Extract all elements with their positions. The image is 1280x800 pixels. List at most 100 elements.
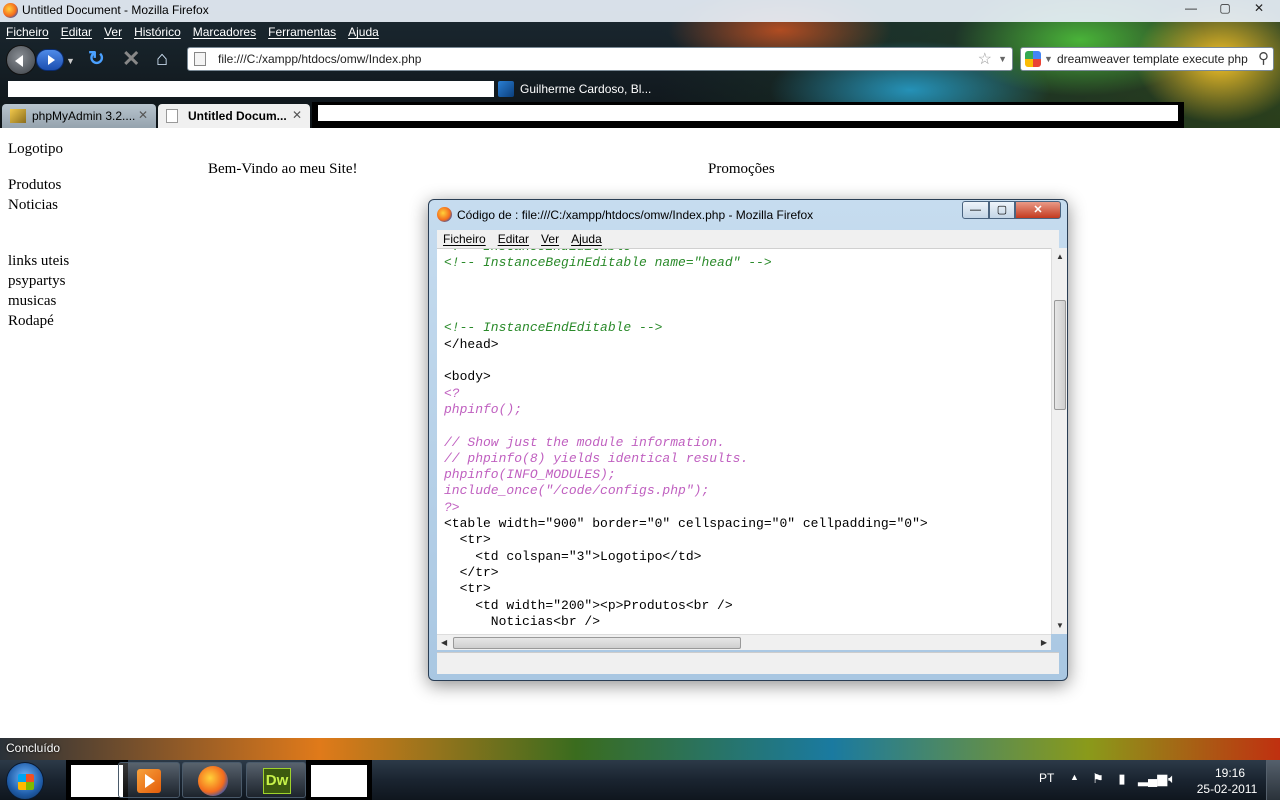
code-line: // Show just the module information. — [444, 434, 725, 450]
source-menu-ajuda[interactable]: Ajuda — [571, 230, 602, 248]
action-center-flag-icon[interactable]: ⚑ — [1090, 771, 1106, 787]
redacted-taskbar-item-inner — [311, 765, 367, 797]
network-signal-icon[interactable]: ▂▄▆ — [1138, 771, 1167, 787]
volume-icon[interactable]: 🔈︎ — [1164, 771, 1180, 787]
menu-marcadores[interactable]: Marcadores — [193, 22, 256, 42]
horizontal-scroll-thumb[interactable] — [453, 637, 741, 649]
code-line: ?> — [444, 499, 460, 515]
show-hidden-icons-icon[interactable]: ▲ — [1070, 772, 1079, 782]
language-indicator[interactable]: PT — [1039, 771, 1054, 785]
vertical-scrollbar[interactable]: ▲ ▼ — [1051, 248, 1067, 634]
status-bar: Concluído — [0, 738, 1280, 760]
search-input[interactable]: dreamweaver template execute php — [1057, 52, 1248, 66]
scroll-right-icon[interactable]: ▶ — [1041, 638, 1047, 647]
url-dropdown-icon[interactable]: ▼ — [998, 54, 1007, 64]
menu-ver[interactable]: Ver — [104, 22, 122, 42]
menu-historico[interactable]: Histórico — [134, 22, 181, 42]
code-line: </tr> — [444, 564, 499, 580]
bookmark-item[interactable]: Guilherme Cardoso, Bl... — [498, 80, 651, 98]
source-window-controls: — ▢ ✕ — [962, 201, 1061, 219]
clock-date[interactable]: 25-02-2011 — [1194, 782, 1260, 796]
close-button[interactable]: ✕ — [1244, 0, 1274, 18]
tab-close-icon[interactable]: ✕ — [292, 108, 302, 122]
title-bar: Untitled Document - Mozilla Firefox — ▢ … — [0, 0, 1280, 22]
window-controls: — ▢ ✕ — [1176, 0, 1274, 18]
browser-chrome: Untitled Document - Mozilla Firefox — ▢ … — [0, 0, 1280, 128]
page-footer: Rodapé — [8, 313, 54, 329]
power-icon[interactable]: ▮ — [1114, 771, 1130, 787]
menu-bar: Ficheiro Editar Ver Histórico Marcadores… — [0, 22, 379, 42]
search-icon[interactable]: ⚲ — [1258, 49, 1269, 67]
code-line: <!-- InstanceBeginEditable name="head" -… — [444, 255, 772, 271]
scroll-left-icon[interactable]: ◀ — [441, 638, 447, 647]
firefox-icon — [3, 3, 18, 18]
page-promo: Promoções — [708, 161, 775, 177]
code-line: <table width="900" border="0" cellspacin… — [444, 516, 928, 532]
menu-ferramentas[interactable]: Ferramentas — [268, 22, 336, 42]
source-window-title: Código de : file:///C:/xampp/htdocs/omw/… — [457, 208, 814, 222]
menu-ficheiro[interactable]: Ficheiro — [6, 22, 49, 42]
history-dropdown-icon[interactable]: ▼ — [66, 56, 75, 66]
source-menu-ficheiro[interactable]: Ficheiro — [443, 230, 486, 248]
code-line: phpinfo(); — [444, 401, 523, 417]
tab-phpmyadmin[interactable]: phpMyAdmin 3.2.... ✕ — [2, 104, 156, 128]
page-nav-noticias: Noticias — [8, 197, 58, 213]
taskbar-dreamweaver[interactable]: Dw — [246, 762, 306, 798]
source-menu-ver[interactable]: Ver — [541, 230, 559, 248]
bookmark-star-icon[interactable]: ☆ — [978, 49, 992, 69]
google-icon[interactable] — [1025, 51, 1041, 67]
url-bar[interactable]: file:///C:/xampp/htdocs/omw/Index.php ☆ … — [187, 47, 1013, 71]
maximize-button[interactable]: ▢ — [989, 201, 1015, 219]
bookmark-label: Guilherme Cardoso, Bl... — [520, 82, 652, 96]
show-desktop-button[interactable] — [1266, 760, 1280, 800]
horizontal-scrollbar[interactable]: ◀ ▶ — [437, 634, 1051, 650]
code-line: </head> — [444, 336, 499, 352]
source-menu-editar[interactable]: Editar — [498, 230, 529, 248]
page-logo: Logotipo — [8, 141, 63, 157]
menu-ajuda[interactable]: Ajuda — [348, 22, 379, 42]
code-line: <!-- InstanceEndEditable --> — [444, 320, 663, 336]
redacted-taskbar-item — [306, 760, 372, 800]
source-menu-bar: Ficheiro Editar Ver Ajuda — [437, 230, 1059, 248]
redacted-tabs — [312, 102, 1184, 128]
source-code-area[interactable]: <!-- InstanceEndEditable --> <!-- Instanc… — [437, 248, 1051, 634]
clock-time[interactable]: 19:16 — [1210, 766, 1250, 780]
code-line: <tr> — [444, 532, 491, 548]
maximize-button[interactable]: ▢ — [1210, 0, 1240, 18]
stop-icon[interactable]: ✕ — [122, 48, 142, 70]
code-line: <? — [444, 385, 460, 401]
view-source-window: Código de : file:///C:/xampp/htdocs/omw/… — [428, 199, 1068, 681]
menu-editar[interactable]: Editar — [61, 22, 92, 42]
code-line: <td width="200"><p>Produtos<br /> — [444, 597, 733, 613]
blog-icon — [498, 81, 514, 97]
minimize-button[interactable]: — — [1176, 0, 1206, 18]
scroll-up-icon[interactable]: ▲ — [1056, 252, 1064, 261]
page-nav-produtos: Produtos — [8, 177, 62, 193]
pma-icon — [10, 109, 26, 123]
taskbar-firefox[interactable] — [182, 762, 242, 798]
scroll-down-icon[interactable]: ▼ — [1056, 621, 1064, 630]
vertical-scroll-thumb[interactable] — [1054, 300, 1066, 410]
forward-button[interactable] — [36, 49, 64, 71]
dreamweaver-icon: Dw — [263, 768, 291, 794]
code-line: <td colspan="3">Logotipo</td> — [444, 548, 702, 564]
close-button[interactable]: ✕ — [1015, 201, 1061, 219]
search-bar[interactable]: ▼ dreamweaver template execute php ⚲ — [1020, 47, 1274, 71]
code-line: include_once("/code/configs.php"); — [444, 483, 710, 499]
taskbar-media-player[interactable] — [118, 762, 180, 798]
back-button[interactable] — [6, 45, 36, 75]
reload-icon[interactable]: ↻ — [88, 49, 108, 69]
start-button[interactable] — [6, 762, 44, 800]
page-link-musicas: musicas — [8, 293, 57, 309]
page-icon — [166, 109, 178, 123]
tab-untitled-document[interactable]: Untitled Docum... ✕ — [158, 104, 310, 128]
home-icon[interactable]: ⌂ — [156, 48, 178, 70]
search-engine-dropdown-icon[interactable]: ▼ — [1044, 54, 1053, 64]
tab-close-icon[interactable]: ✕ — [138, 108, 148, 122]
page-icon — [194, 52, 206, 66]
minimize-button[interactable]: — — [962, 201, 989, 219]
code-line: phpinfo(INFO_MODULES); — [444, 467, 616, 483]
url-text[interactable]: file:///C:/xampp/htdocs/omw/Index.php — [218, 52, 421, 66]
code-line: <body> — [444, 369, 491, 385]
